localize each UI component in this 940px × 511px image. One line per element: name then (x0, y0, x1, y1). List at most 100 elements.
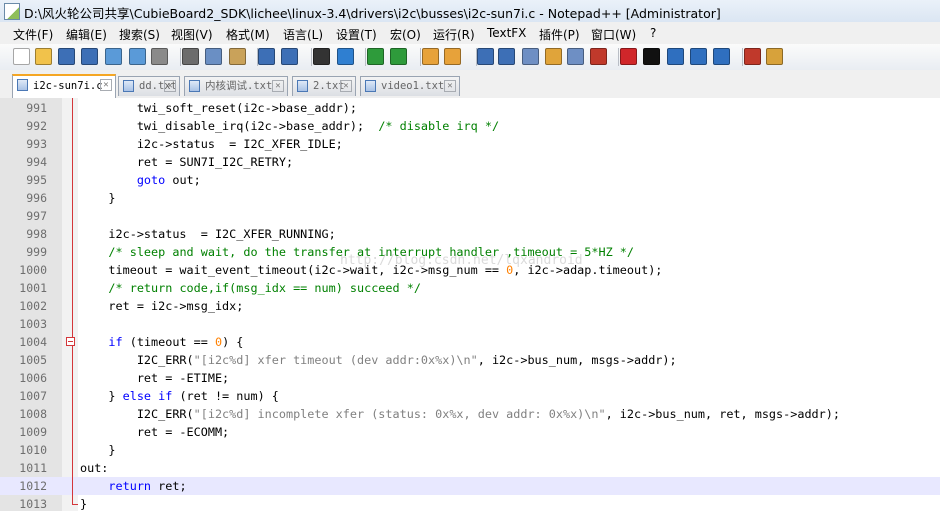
code-line[interactable]: 1013} (0, 495, 940, 511)
line-number: 1007 (19, 389, 47, 403)
code-line[interactable]: 991 twi_soft_reset(i2c->base_addr); (0, 99, 940, 117)
menu-item[interactable]: 宏(O) (390, 26, 421, 43)
code-line[interactable]: 1012 return ret; (0, 477, 940, 495)
fold-guide (72, 98, 73, 504)
code-line[interactable]: 1011 out: (0, 459, 940, 477)
tab-close-icon[interactable]: ✕ (100, 79, 112, 91)
code-line[interactable]: 993 i2c->status = I2C_XFER_IDLE; (0, 135, 940, 153)
sync-h-icon[interactable] (444, 48, 461, 65)
code-text: out: (80, 459, 108, 477)
menu-item[interactable]: 设置(T) (336, 26, 377, 43)
undo-icon[interactable] (258, 48, 275, 65)
save-macro-icon[interactable] (713, 48, 730, 65)
fold-toggle-icon[interactable] (66, 337, 75, 346)
code-text: } (80, 189, 115, 207)
tab-close-icon[interactable]: ✕ (340, 80, 352, 92)
tab-0[interactable]: i2c-sun7i.c ✕ (12, 74, 116, 98)
toolbar-separator (365, 48, 366, 66)
record-macro-icon[interactable] (620, 48, 637, 65)
code-line[interactable]: 994 ret = SUN7I_I2C_RETRY; (0, 153, 940, 171)
udl-icon[interactable] (545, 48, 562, 65)
code-editor[interactable]: 991 twi_soft_reset(i2c->base_addr); 992 t… (0, 98, 940, 511)
code-line[interactable]: 1006 ret = -ETIME; (0, 369, 940, 387)
show-all-chars-icon[interactable] (498, 48, 515, 65)
redo-icon[interactable] (281, 48, 298, 65)
spell-check-icon[interactable] (744, 48, 761, 65)
code-line[interactable]: 992 twi_disable_irq(i2c->base_addr); /* … (0, 117, 940, 135)
word-wrap-icon[interactable] (477, 48, 494, 65)
code-token: out: (80, 461, 109, 475)
save-icon[interactable] (58, 48, 75, 65)
close-all-icon[interactable] (129, 48, 146, 65)
open-file-icon[interactable] (35, 48, 52, 65)
close-icon[interactable] (105, 48, 122, 65)
zoom-out-icon[interactable] (390, 48, 407, 65)
save-all-icon[interactable] (81, 48, 98, 65)
toolbar-separator (618, 48, 619, 66)
code-line[interactable]: 1002 ret = i2c->msg_idx; (0, 297, 940, 315)
tab-close-icon[interactable]: ✕ (164, 80, 176, 92)
function-list-icon[interactable] (590, 48, 607, 65)
line-number: 1003 (19, 317, 47, 331)
doc-map-icon[interactable] (567, 48, 584, 65)
code-line[interactable]: 1004 if (timeout == 0) { (0, 333, 940, 351)
find-icon[interactable] (313, 48, 330, 65)
code-line[interactable]: 1007 } else if (ret != num) { (0, 387, 940, 405)
code-token: , i2c->bus_num, ret, msgs->addr); (605, 407, 840, 421)
code-line[interactable]: 996 } (0, 189, 940, 207)
new-file-icon[interactable] (13, 48, 30, 65)
code-line[interactable]: 1001 /* return code,if(msg_idx == num) s… (0, 279, 940, 297)
code-line[interactable]: 998 i2c->status = I2C_XFER_RUNNING; (0, 225, 940, 243)
title-bar: D:\风火轮公司共享\CubieBoard2_SDK\lichee\linux-… (0, 0, 940, 23)
menu-item[interactable]: 插件(P) (539, 26, 580, 43)
menu-item[interactable]: 文件(F) (13, 26, 53, 43)
code-line[interactable]: 1009 ret = -ECOMM; (0, 423, 940, 441)
tab-2[interactable]: 内核调试.txt ✕ (184, 76, 288, 96)
stop-macro-icon[interactable] (643, 48, 660, 65)
code-line[interactable]: 995 goto out; (0, 171, 940, 189)
tab-3[interactable]: 2.txt ✕ (292, 76, 356, 96)
code-line[interactable]: 1005 I2C_ERR("[i2c%d] xfer timeout (dev … (0, 351, 940, 369)
print-icon[interactable] (151, 48, 168, 65)
menu-item[interactable]: 编辑(E) (66, 26, 107, 43)
indent-guide-icon[interactable] (522, 48, 539, 65)
code-token: } (80, 389, 123, 403)
code-line[interactable]: 1003 (0, 315, 940, 333)
toolbar-separator (420, 48, 421, 66)
run-macro-icon[interactable] (690, 48, 707, 65)
tab-4[interactable]: video1.txt ✕ (360, 76, 460, 96)
tab-label: i2c-sun7i.c (33, 80, 103, 92)
copy-icon[interactable] (205, 48, 222, 65)
menu-item[interactable]: 格式(M) (226, 26, 270, 43)
play-macro-icon[interactable] (667, 48, 684, 65)
menu-item[interactable]: 窗口(W) (591, 26, 636, 43)
cut-icon[interactable] (182, 48, 199, 65)
code-token: else if (122, 389, 173, 403)
code-text: I2C_ERR("[i2c%d] xfer timeout (dev addr:… (80, 351, 677, 369)
menu-item[interactable]: 视图(V) (171, 26, 213, 43)
sync-v-icon[interactable] (422, 48, 439, 65)
menu-item[interactable]: 运行(R) (433, 26, 475, 43)
menu-item[interactable]: TextFX (487, 26, 526, 40)
zoom-in-icon[interactable] (367, 48, 384, 65)
menu-item[interactable]: 搜索(S) (119, 26, 160, 43)
replace-icon[interactable] (337, 48, 354, 65)
tab-close-icon[interactable]: ✕ (272, 80, 284, 92)
code-line[interactable]: 997 (0, 207, 940, 225)
code-line[interactable]: 1008 I2C_ERR("[i2c%d] incomplete xfer (s… (0, 405, 940, 423)
toolbar (0, 44, 940, 71)
file-icon (189, 80, 200, 92)
line-number: 1004 (19, 335, 47, 349)
line-number: 997 (26, 209, 47, 223)
code-token: out; (165, 173, 201, 187)
code-token: twi_disable_irq(i2c->base_addr); (80, 119, 379, 133)
plugin-icon[interactable] (766, 48, 783, 65)
menu-item[interactable]: 语言(L) (283, 26, 323, 43)
code-text: goto out; (80, 171, 201, 189)
tab-close-icon[interactable]: ✕ (444, 80, 456, 92)
menu-item[interactable]: ? (650, 26, 656, 40)
tab-1[interactable]: dd.txt ✕ (118, 76, 180, 96)
paste-icon[interactable] (229, 48, 246, 65)
code-line[interactable]: 1010 } (0, 441, 940, 459)
